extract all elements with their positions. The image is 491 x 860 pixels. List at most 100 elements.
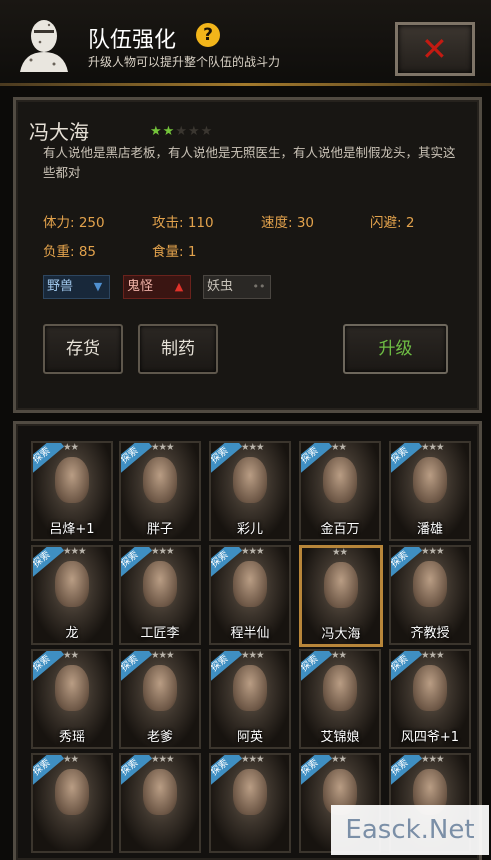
card-stars: ★★★ xyxy=(151,650,175,661)
portrait-face xyxy=(55,457,89,503)
character-card-name: 吕烽+1 xyxy=(49,522,95,537)
character-card-name: 风四爷+1 xyxy=(400,730,460,745)
card-stars: ★★★ xyxy=(241,546,265,557)
close-button[interactable]: ✕ xyxy=(395,22,475,76)
character-card[interactable]: 探索 ★★★ 齐教授 xyxy=(389,545,471,645)
portrait-face xyxy=(55,561,89,607)
portrait-face xyxy=(323,457,357,503)
card-stars: ★★ xyxy=(63,442,79,453)
tag-ghost: 鬼怪 ▲ xyxy=(123,275,191,299)
character-card-name: 金百万 xyxy=(320,522,360,537)
card-stars: ★★★ xyxy=(421,650,445,661)
character-card-name: 胖子 xyxy=(146,522,173,537)
portrait-face xyxy=(413,561,447,607)
arrow-down-icon: ▼ xyxy=(93,280,103,293)
portrait-face xyxy=(143,769,177,815)
character-card[interactable]: 探索 ★★★ 工匠李 xyxy=(119,545,201,645)
character-card[interactable]: 探索 ★★★ 阿英 xyxy=(209,649,291,749)
stat-attack: 攻击: 110 xyxy=(152,215,214,231)
character-card[interactable]: 探索 ★★ xyxy=(31,753,113,853)
portrait-face xyxy=(55,665,89,711)
character-card[interactable]: 探索 ★★★ 风四爷+1 xyxy=(389,649,471,749)
stat-food: 食量: 1 xyxy=(152,244,197,260)
character-card[interactable]: 探索 ★★★ 老爹 xyxy=(119,649,201,749)
portrait-face xyxy=(413,457,447,503)
tag-beast: 野兽 ▼ xyxy=(43,275,110,299)
card-stars: ★★ xyxy=(63,650,79,661)
card-stars: ★★★ xyxy=(151,754,175,765)
tag-ghost-label: 鬼怪 xyxy=(127,279,154,294)
character-card[interactable]: 探索 ★★★ 彩儿 xyxy=(209,441,291,541)
portrait-face xyxy=(233,457,267,503)
character-card-name: 彩儿 xyxy=(236,522,263,537)
character-card[interactable]: 探索 ★★★ 龙 xyxy=(31,545,113,645)
character-card-name: 艾锦娘 xyxy=(320,730,360,745)
portrait-face xyxy=(143,457,177,503)
card-stars: ★★★ xyxy=(63,546,87,557)
tag-insect: 妖虫 •• xyxy=(203,275,271,299)
card-stars: ★★ xyxy=(331,650,347,661)
portrait-face xyxy=(324,562,358,608)
star-empty-icon: ★ xyxy=(187,124,200,139)
close-icon: ✕ xyxy=(421,30,448,68)
portrait-face xyxy=(233,665,267,711)
avatar-icon xyxy=(20,20,68,72)
character-card[interactable]: ★★ 冯大海 xyxy=(299,545,383,647)
card-stars: ★★ xyxy=(331,754,347,765)
character-card-name: 齐教授 xyxy=(410,626,450,641)
card-stars: ★★ xyxy=(63,754,79,765)
star-filled-icon: ★ xyxy=(150,124,162,139)
portrait-face xyxy=(143,665,177,711)
upgrade-button[interactable]: 升级 xyxy=(343,324,448,374)
medicine-button[interactable]: 制药 xyxy=(138,324,218,374)
character-card[interactable]: 探索 ★★ 金百万 xyxy=(299,441,381,541)
portrait-face xyxy=(143,561,177,607)
character-description: 有人说他是黑店老板，有人说他是无照医生，有人说他是制假龙头，其实这些都对 xyxy=(43,145,456,180)
character-card-name: 龙 xyxy=(65,626,79,641)
help-icon[interactable]: ? xyxy=(196,23,220,47)
card-stars: ★★★ xyxy=(151,546,175,557)
character-card-name: 冯大海 xyxy=(321,627,361,642)
portrait-face xyxy=(323,665,357,711)
tag-beast-label: 野兽 xyxy=(47,279,74,294)
character-card-name: 工匠李 xyxy=(140,626,180,641)
character-card-name: 潘雄 xyxy=(416,522,443,537)
character-card[interactable]: 探索 ★★ 吕烽+1 xyxy=(31,441,113,541)
star-empty-icon: ★ xyxy=(200,124,213,139)
portrait-face xyxy=(413,665,447,711)
character-card-name: 秀瑶 xyxy=(58,730,85,745)
character-card[interactable]: 探索 ★★★ 潘雄 xyxy=(389,441,471,541)
portrait-face xyxy=(233,561,267,607)
card-stars: ★★ xyxy=(332,547,348,558)
page-title: 队伍强化 xyxy=(88,28,177,53)
neutral-icon: •• xyxy=(252,280,266,293)
character-card-name: 阿英 xyxy=(236,730,263,745)
card-stars: ★★★ xyxy=(421,546,445,557)
stat-dodge: 闪避: 2 xyxy=(370,215,415,231)
character-card-name: 老爹 xyxy=(146,730,173,745)
portrait-face xyxy=(55,769,89,815)
header-divider xyxy=(0,83,491,86)
character-card[interactable]: 探索 ★★ 艾锦娘 xyxy=(299,649,381,749)
card-stars: ★★★ xyxy=(241,442,265,453)
page-subtitle: 升级人物可以提升整个队伍的战斗力 xyxy=(88,55,281,69)
character-card[interactable]: 探索 ★★★ xyxy=(119,753,201,853)
character-card[interactable]: 探索 ★★★ 程半仙 xyxy=(209,545,291,645)
inventory-button[interactable]: 存货 xyxy=(43,324,123,374)
card-stars: ★★★ xyxy=(241,650,265,661)
character-name: 冯大海 xyxy=(29,120,89,144)
character-card[interactable]: 探索 ★★ 秀瑶 xyxy=(31,649,113,749)
character-card[interactable]: 探索 ★★★ 胖子 xyxy=(119,441,201,541)
card-stars: ★★★ xyxy=(421,754,445,765)
watermark: Easck.Net xyxy=(331,805,489,855)
tag-insect-label: 妖虫 xyxy=(207,279,234,294)
star-filled-icon: ★ xyxy=(162,124,175,139)
card-stars: ★★★ xyxy=(421,442,445,453)
card-stars: ★★★ xyxy=(241,754,265,765)
roster-grid: 探索 ★★ 吕烽+1 探索 ★★★ 胖子 探索 ★★★ 彩儿 探索 ★★ 金百万 探索 ★★★ 潘雄 探索 ★★… xyxy=(13,421,482,860)
character-card[interactable]: 探索 ★★★ xyxy=(209,753,291,853)
stat-speed: 速度: 30 xyxy=(261,215,315,231)
header: 队伍强化 ? 升级人物可以提升整个队伍的战斗力 ✕ xyxy=(0,0,491,86)
arrow-up-icon: ▲ xyxy=(174,280,184,293)
portrait-face xyxy=(233,769,267,815)
